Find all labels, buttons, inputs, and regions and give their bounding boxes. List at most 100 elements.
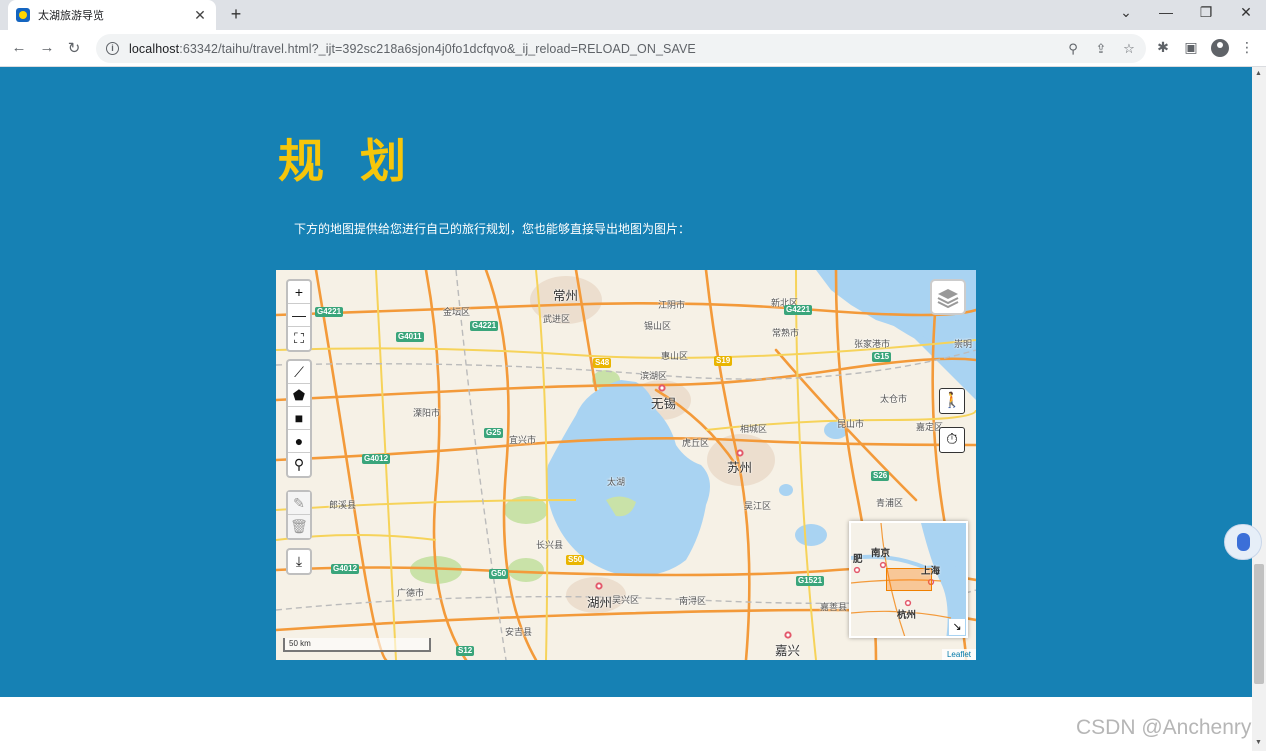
map-label-qingpu: 青浦区 [876, 498, 904, 508]
zoom-in-button[interactable]: + [288, 281, 310, 304]
map-label-changxing: 长兴县 [536, 540, 564, 550]
page-scrollbar[interactable]: ▲ ▼ [1252, 67, 1266, 751]
road-shield: G25 [484, 428, 504, 438]
scrollbar-thumb[interactable] [1254, 564, 1264, 684]
road-shield: G4011 [396, 332, 424, 342]
zoom-control: + — ⛶ [286, 279, 312, 352]
new-tab-button[interactable]: + [226, 4, 246, 25]
road-shield: G4012 [362, 454, 391, 464]
zoom-out-button[interactable]: — [288, 304, 310, 327]
map-label-taicang: 太仓市 [880, 394, 908, 404]
map-label-wujin: 武进区 [543, 314, 571, 324]
map-label-wuxing: 吴兴区 [612, 595, 640, 605]
export-control: ⤓ [286, 548, 312, 575]
layers-control-button[interactable] [930, 279, 966, 315]
time-playback-button[interactable]: ⏱ [939, 427, 965, 453]
tab-search-icon[interactable]: ⌄ [1112, 4, 1140, 21]
road-shield: S50 [566, 555, 585, 565]
minimap-label-hefei: 肥 [853, 554, 863, 565]
road-shield: G4221 [470, 321, 499, 331]
zoom-icon[interactable]: ⚲ [1064, 41, 1082, 57]
travel-map[interactable]: 常州 无锡 苏州 湖州 嘉兴 太湖 金坛区 武进区 溧阳市 宜兴市 郎溪县 长兴… [276, 270, 976, 660]
extensions-icon[interactable]: ✱ [1154, 39, 1172, 56]
draw-marker-button[interactable]: ⚲ [288, 453, 310, 476]
reload-icon[interactable]: ↻ [64, 39, 84, 57]
map-label-liyang: 溧阳市 [413, 408, 441, 418]
road-shield: G50 [489, 569, 509, 579]
map-label-huzhou: 湖州 [587, 596, 613, 610]
layers-icon [937, 289, 959, 309]
floating-assistant-button[interactable] [1224, 524, 1262, 560]
site-favicon-icon [16, 8, 30, 22]
map-label-guangde: 广德市 [397, 588, 425, 598]
close-window-button[interactable]: ✕ [1232, 4, 1260, 21]
minimap-toggle-button[interactable]: ↘ [949, 619, 965, 635]
minimap-label-hangzhou: 杭州 [897, 610, 917, 621]
map-label-langxi: 郎溪县 [329, 500, 357, 510]
edit-toolbar: ✎ 🗑 [286, 490, 312, 540]
map-label-kunshan: 昆山市 [837, 419, 865, 429]
back-icon[interactable]: ← [9, 39, 29, 56]
url-text[interactable]: localhost:63342/taihu/travel.html?_ijt=3… [129, 42, 696, 56]
tab-strip: 太湖旅游导览 ✕ + ⌄ — ❐ ✕ [0, 0, 1266, 30]
toolbar: ← → ↻ i localhost:63342/taihu/travel.htm… [0, 30, 1266, 67]
map-label-xishan: 锡山区 [644, 321, 672, 331]
map-label-taihu: 太湖 [607, 477, 626, 487]
watermark: CSDN @Anchenry [1076, 716, 1252, 739]
minimize-button[interactable]: — [1152, 4, 1180, 20]
road-shield: S12 [456, 646, 475, 656]
url-path: :63342/taihu/travel.html?_ijt=392sc218a6… [179, 41, 696, 56]
minimap-label-shanghai: 上海 [921, 566, 941, 577]
road-shield: G1521 [796, 576, 825, 586]
edit-layers-button[interactable]: ✎ [288, 492, 310, 515]
map-label-wuxi: 无锡 [651, 397, 677, 411]
map-attribution-link[interactable]: Leaflet [941, 649, 976, 660]
minimap[interactable]: 南京 上海 杭州 肥 ↘ [849, 521, 968, 638]
map-label-jintan: 金坛区 [443, 307, 471, 317]
road-shield: S48 [593, 358, 612, 368]
fullscreen-button[interactable]: ⛶ [288, 327, 310, 350]
tab-title: 太湖旅游导览 [38, 10, 104, 22]
draw-polygon-button[interactable]: ⬟ [288, 384, 310, 407]
draw-toolbar: ⟋ ⬟ ■ ● ⚲ [286, 359, 312, 478]
map-label-jiashan: 嘉善县 [820, 602, 848, 612]
map-label-huishan: 惠山区 [661, 351, 689, 361]
map-label-yixing: 宜兴市 [509, 435, 537, 445]
restore-button[interactable]: ❐ [1192, 4, 1220, 21]
map-label-changzhou: 常州 [553, 289, 579, 303]
section-heading: 规 划 [278, 134, 417, 188]
site-info-icon[interactable]: i [106, 42, 119, 55]
road-shield: G4221 [784, 305, 813, 315]
road-shield: G4012 [331, 564, 360, 574]
road-shield: G15 [872, 352, 892, 362]
map-label-suzhou: 苏州 [727, 461, 753, 475]
map-label-binhu: 滨湖区 [640, 371, 668, 381]
map-label-zhangjiagang: 张家港市 [854, 339, 891, 349]
map-label-jiangyin: 江阴市 [658, 300, 686, 310]
address-bar[interactable]: i localhost:63342/taihu/travel.html?_ijt… [96, 34, 1146, 63]
scroll-down-icon[interactable]: ▼ [1255, 739, 1262, 746]
share-icon[interactable]: ⇪ [1092, 41, 1110, 57]
map-label-chongming: 崇明 [954, 339, 973, 349]
delete-layers-button[interactable]: 🗑 [288, 515, 310, 538]
map-scale-bar: 50 km [283, 638, 431, 652]
tab-close-icon[interactable]: ✕ [192, 7, 208, 24]
profile-avatar[interactable] [1211, 39, 1229, 57]
browser-tab[interactable]: 太湖旅游导览 ✕ [8, 0, 216, 30]
forward-icon[interactable]: → [37, 39, 57, 56]
draw-polyline-button[interactable]: ⟋ [288, 361, 310, 384]
walk-route-button[interactable]: 🚶 [939, 388, 965, 414]
map-label-jiaxing: 嘉兴 [775, 644, 801, 658]
side-panel-icon[interactable]: ▣ [1182, 39, 1200, 56]
map-label-changshu: 常熟市 [772, 328, 800, 338]
bookmark-star-icon[interactable]: ☆ [1120, 41, 1138, 57]
section-intro: 下方的地图提供给您进行自己的旅行规划，您也能够直接导出地图为图片： [294, 222, 691, 236]
export-image-button[interactable]: ⤓ [288, 550, 310, 573]
map-label-xiangcheng: 相城区 [740, 424, 768, 434]
map-label-nanxun: 南浔区 [679, 596, 707, 606]
menu-icon[interactable]: ⋮ [1238, 39, 1256, 56]
scroll-up-icon[interactable]: ▲ [1255, 70, 1262, 77]
draw-rectangle-button[interactable]: ■ [288, 407, 310, 430]
draw-circle-button[interactable]: ● [288, 430, 310, 453]
map-label-wujiang: 吴江区 [744, 501, 772, 511]
